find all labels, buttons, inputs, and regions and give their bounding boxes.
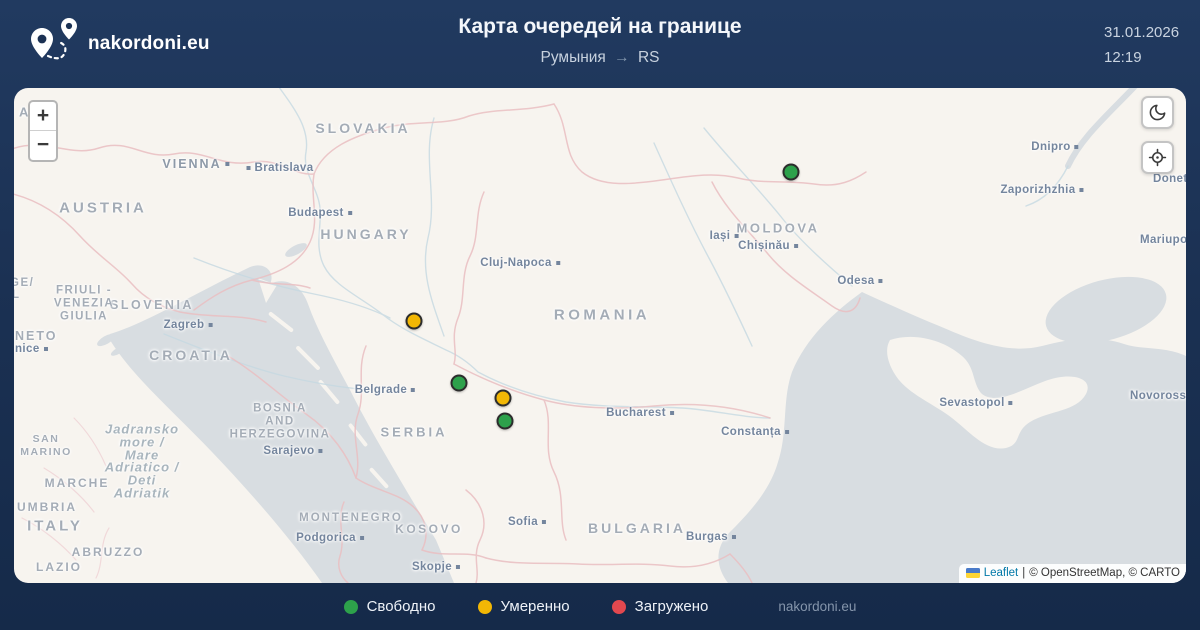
map-geography [14,88,1186,583]
zoom-control: + − [28,100,58,162]
attribution-separator: | [1022,567,1025,579]
page-title: Карта очередей на границе [0,15,1200,39]
leaflet-link[interactable]: Leaflet [984,567,1019,579]
adriatic-sea [110,265,454,583]
legend-item-moderate: Умеренно [478,598,570,615]
zoom-in-button[interactable]: + [30,102,56,131]
moon-icon [1148,103,1167,122]
border-crossing-marker-free[interactable] [497,413,514,430]
legend-dot-icon [478,600,492,614]
map-attribution: Leaflet | © OpenStreetMap, © CARTO [959,564,1186,583]
legend-label: Свободно [367,598,436,615]
danube-river [276,88,770,418]
map-canvas[interactable]: SLOVAKIAAUSTRIAHUNGARYMOLDOVAROMANIASLOV… [14,88,1186,583]
locate-button[interactable] [1141,141,1174,174]
site-label: nakordoni.eu [778,599,856,614]
route-to: RS [638,49,660,66]
border-crossing-marker-free[interactable] [451,375,468,392]
ukraine-flag-icon [966,568,980,578]
prut-river [654,143,752,346]
locate-icon [1148,148,1167,167]
legend-dot-icon [344,600,358,614]
border-crossing-marker-moderate[interactable] [406,313,423,330]
time-label: 12:19 [1104,45,1179,70]
attribution-copyright: © OpenStreetMap, © CARTO [1029,567,1180,579]
dniester-river [704,128,852,286]
legend-label: Умеренно [501,598,570,615]
header: nakordoni.eu Карта очередей на границе Р… [0,0,1200,88]
date-label: 31.01.2026 [1104,20,1179,45]
zoom-out-button[interactable]: − [30,131,56,160]
dark-mode-button[interactable] [1141,96,1174,129]
legend-bar: Свободно Умеренно Загружено nakordoni.eu [0,583,1200,630]
legend-item-busy: Загружено [612,598,709,615]
datetime: 31.01.2026 12:19 [1104,20,1179,70]
route-arrow-icon: → [610,49,634,66]
dnipro-reservoir [1068,88,1138,166]
border-crossing-marker-free[interactable] [783,164,800,181]
dnipro-river [1026,166,1068,206]
legend-label: Загружено [635,598,709,615]
border-crossing-marker-moderate[interactable] [495,390,512,407]
tisza-river [425,118,444,336]
route-subtitle: Румыния → RS [0,49,1200,67]
legend-dot-icon [612,600,626,614]
legend-item-free: Свободно [344,598,436,615]
route-from: Румыния [541,49,606,66]
